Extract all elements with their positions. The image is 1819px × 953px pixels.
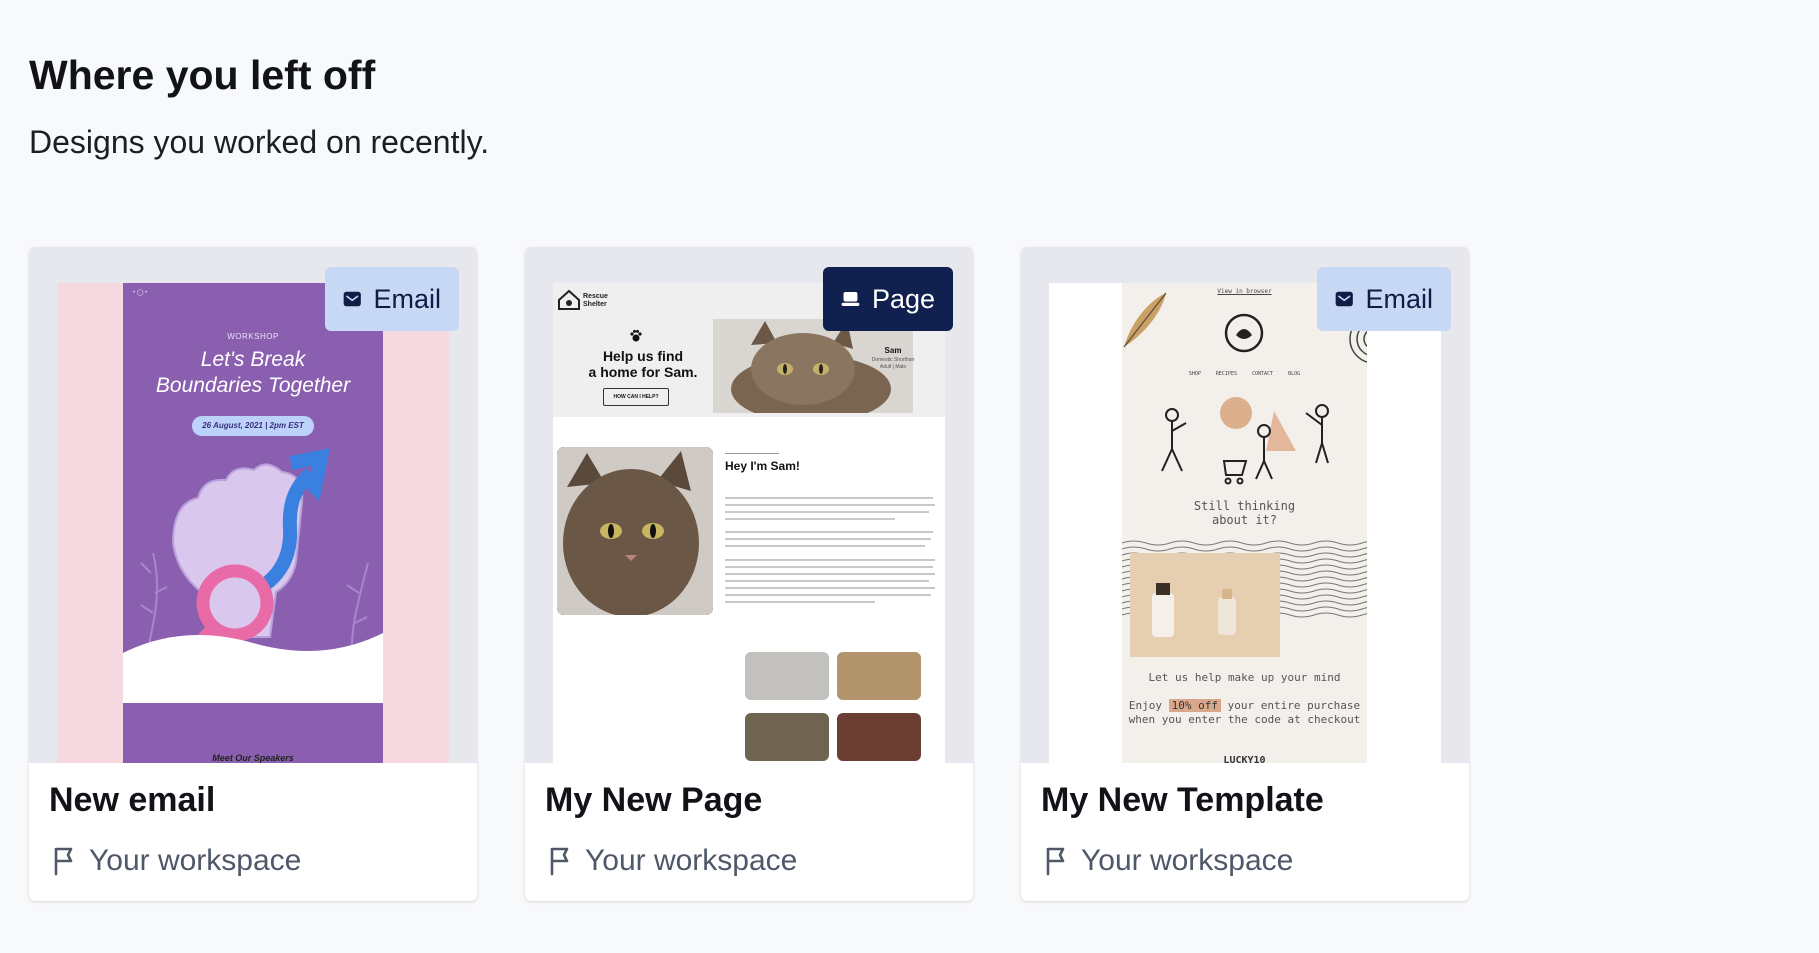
shoppers-illustration <box>1161 397 1329 485</box>
brand-logo-icon <box>1224 313 1264 353</box>
workspace-label: Your workspace <box>547 844 797 878</box>
text-line <box>725 538 931 540</box>
page-title: Where you left off <box>29 52 376 98</box>
fist-illustration <box>123 448 383 703</box>
divider <box>725 453 779 454</box>
badge-label: Email <box>1365 283 1433 314</box>
design-thumbnail[interactable]: View in browser SHOP RECIPES CONTACT BLO… <box>1021 247 1469 763</box>
badge-label: Page <box>871 283 935 314</box>
cat-portrait-image <box>557 447 713 615</box>
workspace-name: Your workspace <box>89 844 302 877</box>
workspace-name: Your workspace <box>1081 844 1294 877</box>
paw-icon <box>630 329 642 342</box>
page-subtitle: Designs you worked on recently. <box>29 124 490 160</box>
flag-icon <box>550 847 569 876</box>
laptop-icon <box>841 292 860 306</box>
cat-thumbnail-image <box>745 713 829 761</box>
leaf-decoration-icon <box>1123 292 1167 348</box>
type-badge-page: Page <box>823 267 953 331</box>
text-line <box>725 594 931 596</box>
envelope-icon <box>343 291 361 307</box>
preview-headline: Still thinking about it? <box>1193 499 1296 527</box>
template-preview-column: View in browser SHOP RECIPES CONTACT BLO… <box>1122 283 1367 763</box>
design-title[interactable]: My New Template <box>1041 781 1324 820</box>
design-thumbnail[interactable]: Rescue Shelter Help us find a home for S… <box>525 247 973 763</box>
text-line <box>725 580 929 582</box>
house-logo-icon <box>558 289 580 310</box>
design-card-my-new-template[interactable]: View in browser SHOP RECIPES CONTACT BLO… <box>1021 247 1469 901</box>
preview-greeting: Hey I'm Sam! <box>725 459 800 473</box>
cat-thumbnail-image <box>745 652 829 700</box>
workspace-label: Your workspace <box>51 844 301 878</box>
email-preview: • ◯ • WORKSHOP Let's Break Boundaries To… <box>57 283 449 763</box>
product-photo <box>1130 553 1280 657</box>
preview-help-text: Let us help make up your mind <box>1148 671 1341 684</box>
preview-promo-code: LUCKY10 <box>1223 755 1266 763</box>
text-line <box>725 531 933 533</box>
email-preview-column: • ◯ • WORKSHOP Let's Break Boundaries To… <box>123 283 383 763</box>
text-line <box>725 601 875 603</box>
preview-cta-button: HOW CAN I HELP? <box>603 388 669 406</box>
preview-logo: • ◯ • <box>133 290 148 296</box>
flag-icon <box>54 847 73 876</box>
preview-hero-title: Help us find a home for Sam. <box>588 348 698 380</box>
design-card-new-email[interactable]: • ◯ • WORKSHOP Let's Break Boundaries To… <box>29 247 477 901</box>
text-line <box>725 545 925 547</box>
design-title[interactable]: My New Page <box>545 781 762 820</box>
badge-label: Email <box>373 283 441 314</box>
design-title[interactable]: New email <box>49 781 215 820</box>
text-line <box>725 573 935 575</box>
template-preview: View in browser SHOP RECIPES CONTACT BLO… <box>1049 283 1441 763</box>
text-line <box>725 518 895 520</box>
design-thumbnail[interactable]: • ◯ • WORKSHOP Let's Break Boundaries To… <box>29 247 477 763</box>
workspace-label: Your workspace <box>1043 844 1293 878</box>
text-line <box>725 504 935 506</box>
text-line <box>725 587 935 589</box>
preview-footer-text: Meet Our Speakers <box>212 753 294 763</box>
preview-logo-text: Rescue Shelter <box>583 293 608 308</box>
preview-title: Let's Break Boundaries Together <box>155 348 351 397</box>
cat-thumbnail-image <box>837 652 921 700</box>
preview-pet-details: Domestic Shorthair Adult | Male <box>871 357 915 370</box>
text-line <box>725 511 929 513</box>
type-badge-email: Email <box>325 267 459 331</box>
text-line <box>725 566 933 568</box>
preview-date-pill: 26 August, 2021 | 2pm EST <box>192 416 314 436</box>
text-line <box>725 559 935 561</box>
preview-offer-text: Enjoy 10% off your entire purchase when … <box>1128 699 1361 726</box>
page-preview: Rescue Shelter Help us find a home for S… <box>553 283 945 763</box>
text-line <box>725 497 933 499</box>
envelope-icon <box>1335 291 1353 307</box>
workspace-name: Your workspace <box>585 844 798 877</box>
preview-pet-name: Sam <box>884 346 902 355</box>
type-badge-email: Email <box>1317 267 1451 331</box>
cat-thumbnail-image <box>837 713 921 761</box>
preview-kicker: WORKSHOP <box>227 332 279 341</box>
flag-icon <box>1046 847 1065 876</box>
design-card-my-new-page[interactable]: Rescue Shelter Help us find a home for S… <box>525 247 973 901</box>
preview-nav: SHOP RECIPES CONTACT BLOG <box>1188 371 1301 377</box>
